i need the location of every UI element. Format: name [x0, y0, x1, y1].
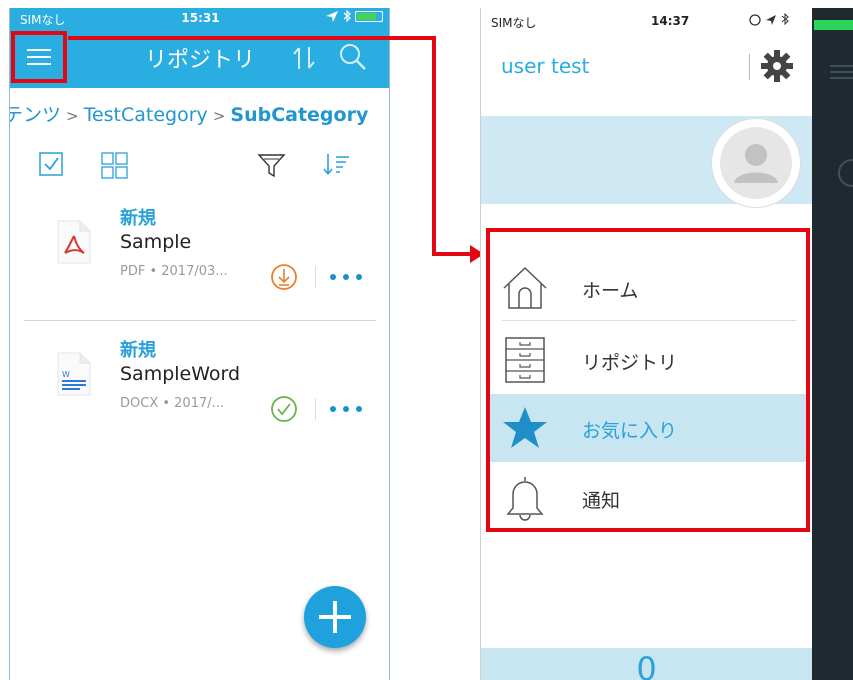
status-indicators — [749, 12, 801, 30]
status-time: 14:37 — [651, 14, 690, 28]
star-icon — [503, 407, 547, 448]
menu-item-home[interactable]: ホーム — [490, 254, 806, 322]
menu-item-notifications[interactable]: 通知 — [490, 464, 806, 532]
avatar[interactable] — [711, 118, 801, 208]
status-icons — [749, 12, 789, 26]
status-bar: SIMなし 14:37 — [481, 8, 812, 34]
menu-divider — [502, 320, 796, 321]
menu-item-favorites[interactable]: お気に入り — [490, 394, 806, 462]
menu-item-label: 通知 — [582, 490, 621, 512]
bell-icon — [506, 477, 544, 521]
drawer-header: user test — [481, 34, 812, 94]
user-name: user test — [501, 54, 590, 78]
menu-item-label: ホーム — [582, 280, 639, 302]
menu-item-label: お気に入り — [582, 420, 678, 442]
count-value: 0 — [636, 650, 657, 680]
carrier-label: SIMなし — [491, 16, 537, 30]
header-divider — [749, 54, 750, 80]
cabinet-icon — [505, 337, 545, 383]
avatar-placeholder-icon — [720, 127, 792, 199]
menu-item-repository[interactable]: リポジトリ — [490, 326, 806, 394]
gear-icon[interactable] — [759, 48, 795, 84]
count-panel: 0 — [481, 648, 812, 680]
menu-item-label: リポジトリ — [582, 352, 678, 374]
right-phone-screen: SIMなし 14:37 user test ホーム リポジトリ お気に入り 通知… — [480, 8, 853, 680]
drawer-menu: ホーム リポジトリ お気に入り 通知 — [486, 228, 810, 532]
home-icon — [503, 266, 547, 309]
overlay-content-hint — [814, 20, 853, 187]
content-overlay[interactable] — [812, 8, 853, 680]
